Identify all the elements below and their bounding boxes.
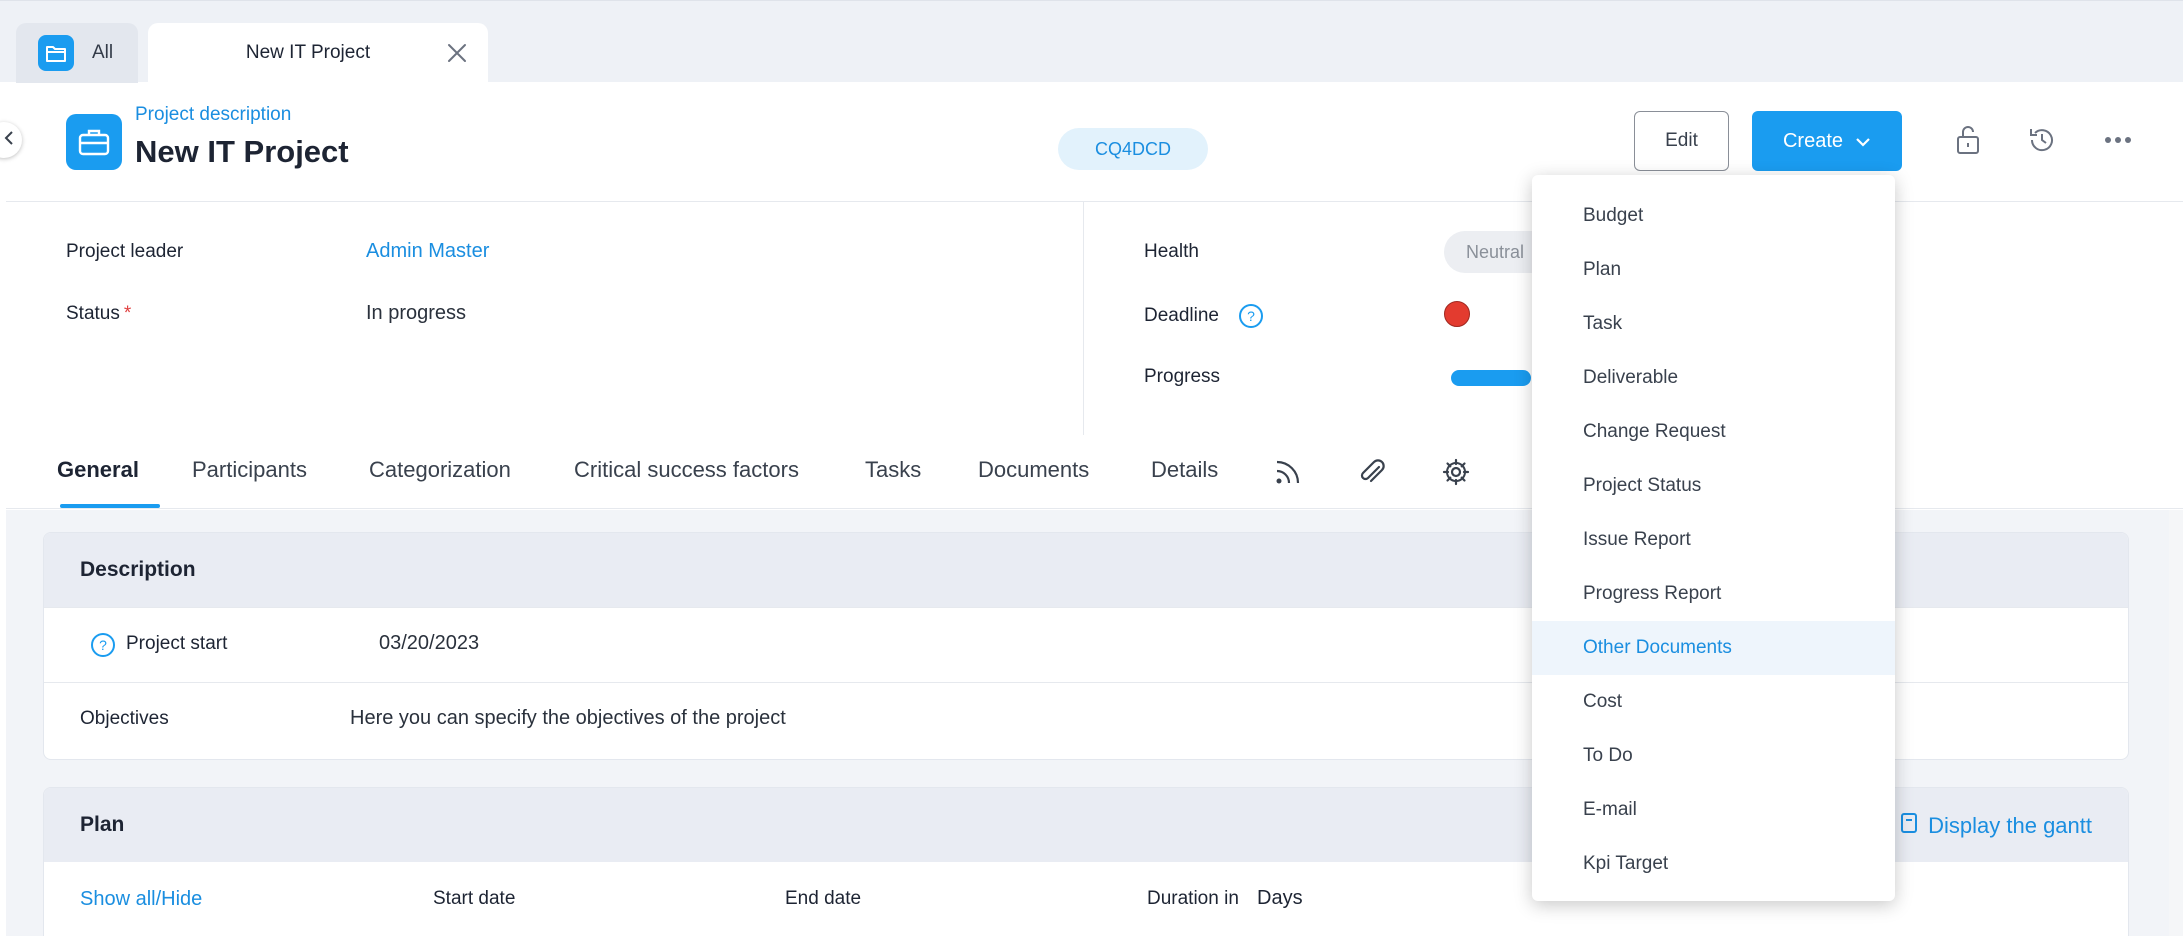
duration-column: Duration in bbox=[1147, 888, 1239, 909]
page-subtitle[interactable]: Project description bbox=[135, 104, 291, 126]
svg-text:?: ? bbox=[99, 637, 107, 653]
menu-item-deliverable[interactable]: Deliverable bbox=[1532, 351, 1895, 405]
status-label: Status * bbox=[66, 303, 131, 325]
status-value[interactable]: In progress bbox=[366, 302, 466, 325]
page-title: New IT Project bbox=[135, 134, 349, 169]
deadline-label: Deadline ? bbox=[1144, 303, 1264, 329]
tab-documents[interactable]: Documents bbox=[978, 457, 1089, 483]
display-gantt-link[interactable]: Display the gantt bbox=[1900, 812, 2092, 840]
project-leader-value[interactable]: Admin Master bbox=[366, 240, 489, 263]
tab-new-it-project[interactable]: New IT Project bbox=[148, 23, 488, 83]
create-button[interactable]: Create bbox=[1752, 111, 1902, 171]
menu-item-issue-report[interactable]: Issue Report bbox=[1532, 513, 1895, 567]
more-options-icon[interactable] bbox=[2100, 122, 2136, 158]
objectives-label: Objectives bbox=[80, 708, 169, 729]
history-icon[interactable] bbox=[2024, 122, 2060, 158]
gear-icon[interactable] bbox=[1439, 455, 1473, 489]
status-label-text: Status bbox=[66, 303, 120, 324]
rss-icon[interactable] bbox=[1271, 455, 1305, 489]
menu-item-progress-report[interactable]: Progress Report bbox=[1532, 567, 1895, 621]
scrollbar[interactable] bbox=[2169, 510, 2183, 936]
tab-all[interactable]: All bbox=[16, 23, 138, 83]
objectives-value[interactable]: Here you can specify the objectives of t… bbox=[350, 707, 786, 730]
tab-all-label: All bbox=[92, 42, 114, 63]
tab-general[interactable]: General bbox=[57, 457, 139, 483]
project-code-badge: CQ4DCD bbox=[1058, 128, 1208, 170]
menu-item-task[interactable]: Task bbox=[1532, 297, 1895, 351]
help-icon[interactable]: ? bbox=[90, 632, 116, 663]
tab-active-label: New IT Project bbox=[245, 42, 371, 63]
gantt-icon bbox=[1900, 812, 1918, 840]
duration-unit-select[interactable]: Days bbox=[1257, 887, 1303, 910]
tab-tasks[interactable]: Tasks bbox=[865, 457, 921, 483]
deadline-status-dot bbox=[1444, 301, 1470, 327]
active-tab-indicator bbox=[60, 504, 160, 508]
tab-categorization[interactable]: Categorization bbox=[369, 457, 511, 483]
required-marker: * bbox=[123, 303, 132, 324]
end-date-column[interactable]: End date bbox=[785, 888, 861, 910]
paperclip-icon[interactable] bbox=[1355, 455, 1389, 489]
project-leader-label: Project leader bbox=[66, 241, 184, 262]
display-gantt-label: Display the gantt bbox=[1928, 813, 2092, 838]
menu-item-cost[interactable]: Cost bbox=[1532, 675, 1895, 729]
menu-item-plan[interactable]: Plan bbox=[1532, 243, 1895, 297]
project-start-value[interactable]: 03/20/2023 bbox=[379, 632, 479, 655]
close-icon[interactable] bbox=[444, 40, 470, 66]
menu-item-email[interactable]: E-mail bbox=[1532, 783, 1895, 837]
menu-item-change-request[interactable]: Change Request bbox=[1532, 405, 1895, 459]
progress-label: Progress bbox=[1144, 366, 1221, 387]
progress-bar bbox=[1451, 370, 1531, 386]
tab-participants[interactable]: Participants bbox=[192, 457, 307, 483]
tab-bar: All New IT Project bbox=[0, 0, 2183, 83]
tab-details[interactable]: Details bbox=[1151, 457, 1218, 483]
tab-critical-success-factors[interactable]: Critical success factors bbox=[574, 457, 799, 483]
menu-item-other-documents[interactable]: Other Documents bbox=[1532, 621, 1895, 675]
show-hide-link[interactable]: Show all/Hide bbox=[80, 888, 202, 911]
help-icon[interactable]: ? bbox=[1238, 303, 1264, 329]
plan-card-title: Plan bbox=[80, 813, 125, 836]
briefcase-icon bbox=[66, 114, 122, 170]
folder-icon bbox=[38, 35, 74, 71]
menu-item-to-do[interactable]: To Do bbox=[1532, 729, 1895, 783]
lock-icon[interactable] bbox=[1950, 122, 1986, 158]
create-dropdown-menu: Budget Plan Task Deliverable Change Requ… bbox=[1532, 175, 1895, 901]
project-start-label: Project start bbox=[126, 633, 228, 654]
project-info-left: Project leader Admin Master Status * In p… bbox=[6, 202, 1084, 435]
svg-text:?: ? bbox=[1247, 308, 1255, 324]
menu-item-budget[interactable]: Budget bbox=[1532, 189, 1895, 243]
deadline-label-text: Deadline bbox=[1144, 305, 1219, 327]
edit-button[interactable]: Edit bbox=[1634, 111, 1729, 171]
menu-item-kpi-target[interactable]: Kpi Target bbox=[1532, 837, 1895, 891]
chevron-down-icon bbox=[1855, 130, 1871, 153]
health-label: Health bbox=[1144, 241, 1199, 262]
menu-item-project-status[interactable]: Project Status bbox=[1532, 459, 1895, 513]
create-button-label: Create bbox=[1782, 129, 1844, 152]
start-date-column[interactable]: Start date bbox=[433, 888, 515, 910]
